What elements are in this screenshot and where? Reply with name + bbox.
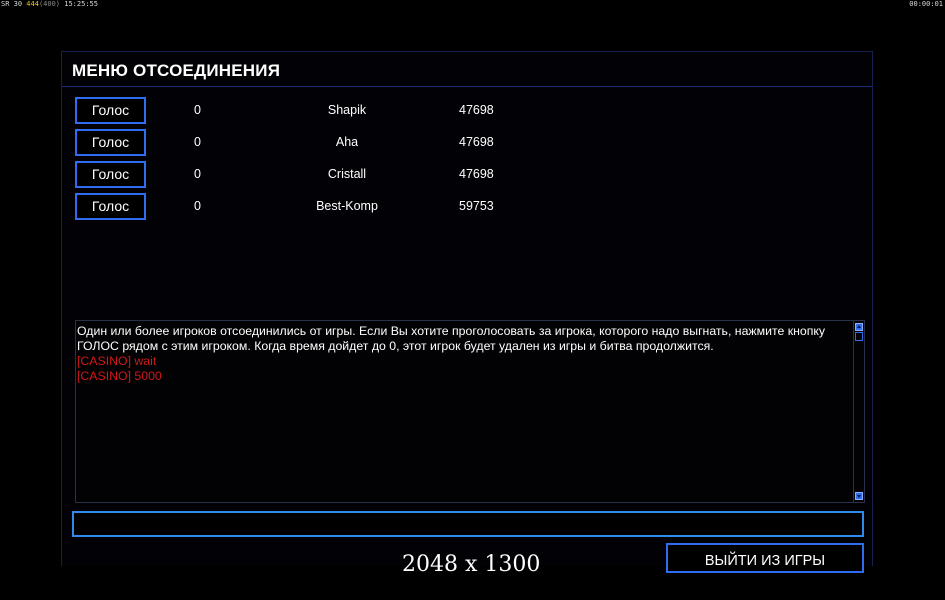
hud-gray-value: (400) [38, 0, 61, 8]
player-row: Голос 0 Shapik 47698 [62, 97, 872, 124]
player-score: 47698 [459, 167, 494, 181]
vote-button[interactable]: Голос [75, 193, 146, 220]
panel-title: МЕНЮ ОТСОЕДИНЕНИЯ [72, 61, 281, 80]
scroll-up-arrow-icon[interactable] [855, 323, 863, 331]
vote-count: 0 [194, 135, 201, 149]
chat-message: [CASINO] 5000 [77, 369, 162, 383]
player-score: 47698 [459, 103, 494, 117]
vote-button[interactable]: Голос [75, 161, 146, 188]
player-row: Голос 0 Best-Komp 59753 [62, 193, 872, 220]
chat-message: [CASINO] wait [77, 354, 157, 368]
hud-yellow-value: 444 [26, 0, 39, 8]
vote-count: 0 [194, 167, 201, 181]
hud-status: SR 30 444(400) 15:25:55 [1, 0, 98, 9]
hud-clock: 15:25:55 [64, 0, 98, 8]
scroll-thumb[interactable] [855, 332, 863, 341]
exit-game-button[interactable]: ВЫЙТИ ИЗ ИГРЫ [666, 543, 864, 573]
chat-messages: Один или более игроков отсоединились от … [77, 324, 849, 384]
chat-input[interactable] [74, 513, 862, 535]
hud-timer: 00:00:01 [909, 0, 943, 8]
chat-log: Один или более игроков отсоединились от … [75, 320, 865, 503]
player-name: Shapik [327, 103, 367, 117]
system-message: Один или более игроков отсоединились от … [77, 324, 826, 338]
player-score: 47698 [459, 135, 494, 149]
player-name: Aha [335, 135, 359, 149]
scroll-down-arrow-icon[interactable] [855, 492, 863, 500]
player-row: Голос 0 Cristall 47698 [62, 161, 872, 188]
player-score: 59753 [459, 199, 494, 213]
vote-button[interactable]: Голос [75, 97, 146, 124]
resolution-label: 2048 x 1300 [402, 552, 541, 577]
player-row: Голос 0 Aha 47698 [62, 129, 872, 156]
player-name: Cristall [327, 167, 367, 181]
chat-scrollbar[interactable] [853, 321, 864, 502]
vote-count: 0 [194, 103, 201, 117]
vote-count: 0 [194, 199, 201, 213]
panel-header: МЕНЮ ОТСОЕДИНЕНИЯ [62, 52, 872, 87]
system-message: ГОЛОС рядом с этим игроком. Когда время … [77, 339, 714, 353]
hud-sr: SR 30 [1, 0, 23, 8]
vote-button[interactable]: Голос [75, 129, 146, 156]
chat-input-box[interactable] [72, 511, 864, 537]
player-name: Best-Komp [316, 199, 378, 213]
